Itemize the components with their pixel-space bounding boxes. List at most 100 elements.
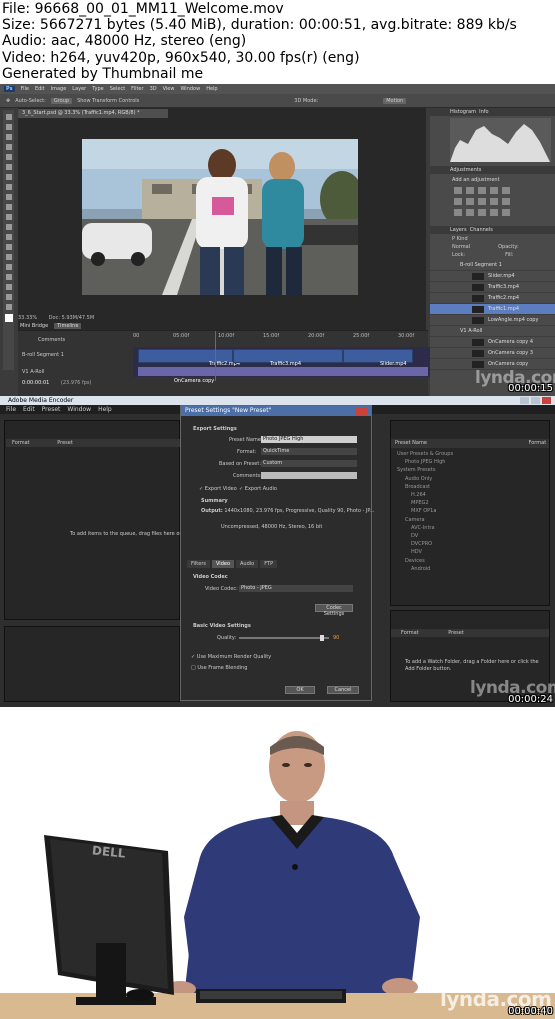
layer-item[interactable]: Slider.mp4 [430, 271, 555, 282]
eyedropper-icon[interactable] [5, 164, 12, 170]
layer-filter[interactable]: P Kind [430, 234, 555, 242]
quality-value[interactable]: 90 [333, 635, 339, 641]
marquee-icon[interactable] [5, 124, 12, 130]
tree-item[interactable]: Audio Only [397, 475, 549, 483]
levels-icon[interactable] [466, 187, 474, 194]
track-broll[interactable]: B-roll Segment 1 [22, 350, 91, 361]
basic-video-heading[interactable]: Basic Video Settings [193, 623, 251, 629]
adjustments-tab[interactable]: Adjustments [430, 166, 555, 174]
layer-item[interactable]: OnCamera copy 3 [430, 348, 555, 359]
minimize-icon[interactable] [520, 397, 529, 404]
foreground-color-icon[interactable] [4, 314, 13, 322]
move-icon[interactable] [5, 114, 12, 120]
menu-file[interactable]: File [6, 405, 16, 414]
cancel-button[interactable]: Cancel [327, 686, 359, 694]
tab-mini-bridge[interactable]: Mini Bridge [20, 323, 48, 329]
zoom-level[interactable]: 33.33% [18, 315, 37, 321]
layer-item-selected[interactable]: Traffic1.mp4 [430, 304, 555, 315]
col-format[interactable]: Format [391, 630, 419, 636]
histogram-tab[interactable]: Histogram Info [430, 108, 555, 116]
tree-item[interactable]: Camera [397, 516, 549, 524]
invert-icon[interactable] [454, 209, 462, 216]
gradient-icon[interactable] [5, 224, 12, 230]
quality-slider-handle[interactable] [320, 635, 324, 641]
show-transform-checkbox[interactable]: Show Transform Controls [77, 98, 139, 104]
tree-item[interactable]: Devices [397, 557, 549, 565]
menu-3d[interactable]: 3D [150, 86, 157, 92]
video-codec-heading[interactable]: Video Codec [193, 574, 228, 580]
video-codec-select[interactable]: Photo - JPEG [239, 585, 353, 592]
shape-icon[interactable] [5, 284, 12, 290]
export-audio-checkbox[interactable]: ✓ Export Audio [239, 486, 277, 492]
col-format[interactable]: Format [6, 440, 30, 446]
gradient-map-icon[interactable] [490, 209, 498, 216]
tree-item[interactable]: System Presets [397, 466, 549, 474]
menu-file[interactable]: File [21, 86, 29, 92]
close-icon[interactable] [356, 407, 368, 415]
tree-item[interactable]: H.264 [397, 491, 549, 499]
menu-image[interactable]: Image [51, 86, 67, 92]
tree-item[interactable]: Broadcast [397, 483, 549, 491]
tree-item[interactable]: MPEG2 [397, 499, 549, 507]
hue-icon[interactable] [454, 198, 462, 205]
type-icon[interactable] [5, 264, 12, 270]
history-brush-icon[interactable] [5, 204, 12, 210]
track-a-roll[interactable]: V1 A-Roll [22, 367, 91, 378]
menu-preset[interactable]: Preset [42, 405, 61, 414]
col-preset[interactable]: Preset [31, 440, 73, 446]
vibrance-icon[interactable] [502, 187, 510, 194]
tree-item[interactable]: DVCPRO [397, 540, 549, 548]
export-settings-heading[interactable]: Export Settings [193, 426, 237, 432]
quality-slider[interactable] [239, 637, 329, 639]
document-tab[interactable]: 3_6_Start.psd @ 33.3% (Traffic1.mp4, RGB… [18, 109, 168, 118]
menu-view[interactable]: View [163, 86, 175, 92]
layers-tab[interactable]: Layers Channels [430, 226, 555, 234]
blur-icon[interactable] [5, 234, 12, 240]
auto-select-label[interactable]: Auto-Select: [15, 98, 46, 104]
menu-window[interactable]: Window [180, 86, 200, 92]
pen-icon[interactable] [5, 254, 12, 260]
tree-item[interactable]: Android [397, 565, 549, 573]
menu-edit[interactable]: Edit [23, 405, 35, 414]
menu-type[interactable]: Type [92, 86, 103, 92]
move-tool-icon[interactable]: ✥ [6, 98, 10, 104]
curves-icon[interactable] [478, 187, 486, 194]
playhead[interactable] [215, 331, 216, 381]
tree-item[interactable]: AVC-Intra [397, 524, 549, 532]
exposure-icon[interactable] [490, 187, 498, 194]
col-preset-name[interactable]: Preset Name [395, 440, 427, 446]
photo-filter-icon[interactable] [490, 198, 498, 205]
blend-mode[interactable]: Normal Opacity: [430, 242, 555, 250]
tab-audio[interactable]: Audio [236, 560, 259, 568]
maximize-icon[interactable] [531, 397, 540, 404]
crop-icon[interactable] [5, 154, 12, 160]
brush-icon[interactable] [5, 184, 12, 190]
mixer-icon[interactable] [502, 198, 510, 205]
close-icon[interactable] [542, 397, 551, 404]
clip-oncamera[interactable]: OnCamera copy [138, 367, 428, 384]
dodge-icon[interactable] [5, 244, 12, 250]
export-video-checkbox[interactable]: ✓ Export Video [199, 486, 237, 492]
layer-item[interactable]: LowAngle.mp4 copy [430, 315, 555, 326]
hand-icon[interactable] [5, 294, 12, 300]
zoom-icon[interactable] [5, 304, 12, 310]
menu-filter[interactable]: Filter [131, 86, 143, 92]
menu-edit[interactable]: Edit [35, 86, 45, 92]
tab-timeline[interactable]: Timeline [54, 323, 82, 329]
col-format[interactable]: Format [529, 440, 547, 446]
threshold-icon[interactable] [478, 209, 486, 216]
layer-item[interactable]: Traffic2.mp4 [430, 293, 555, 304]
clip-traffic3[interactable]: Traffic3.mp4 [233, 349, 343, 367]
tab-ftp[interactable]: FTP [260, 560, 278, 568]
menu-select[interactable]: Select [110, 86, 125, 92]
magic-wand-icon[interactable] [5, 144, 12, 150]
comments-input[interactable] [261, 472, 357, 479]
tree-item[interactable]: User Presets & Groups [397, 450, 549, 458]
format-select[interactable]: QuickTime [261, 448, 357, 455]
stamp-icon[interactable] [5, 194, 12, 200]
based-on-select[interactable]: Custom [261, 460, 357, 467]
bw-icon[interactable] [478, 198, 486, 205]
max-render-checkbox[interactable]: ✓ Use Maximum Render Quality [191, 654, 271, 660]
path-select-icon[interactable] [5, 274, 12, 280]
layer-group-aroll[interactable]: V1 A-Roll [430, 326, 555, 337]
